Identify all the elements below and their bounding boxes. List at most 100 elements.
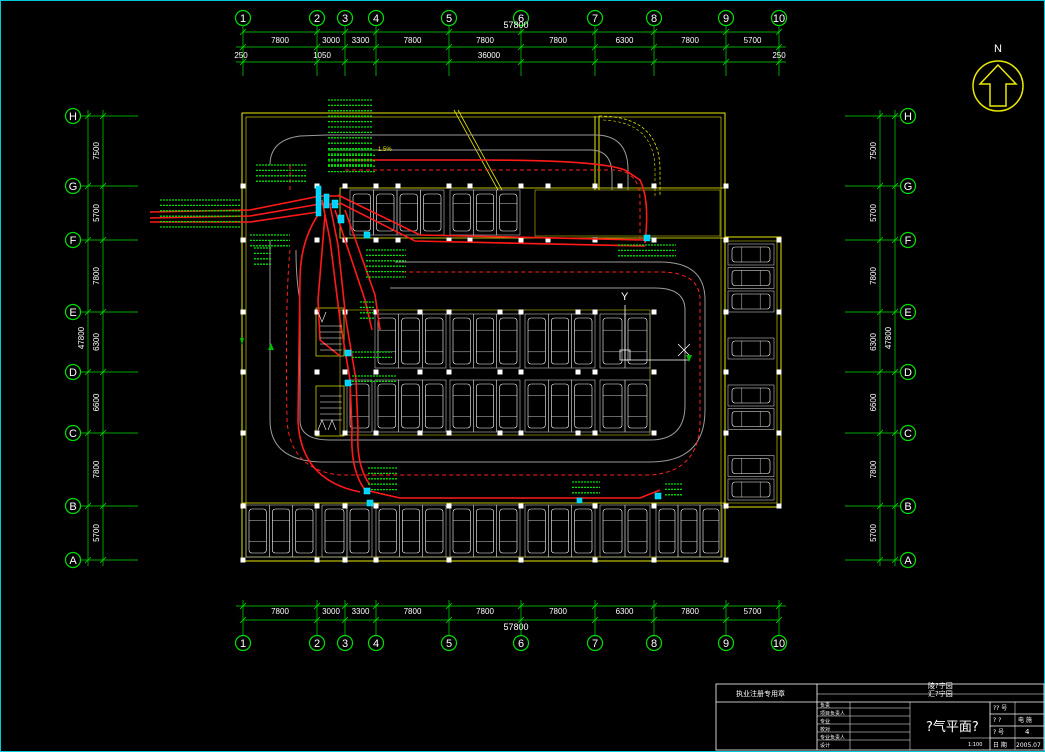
column [395,237,401,243]
north-arrow: N [972,43,1024,112]
grid-col-bottom-8-label: 8 [651,638,657,650]
column [373,183,379,189]
parking-stall [496,313,521,369]
car-icon [476,317,494,365]
building-outline [241,109,782,562]
car-icon [452,383,471,429]
grid-col-top-9-label: 9 [723,13,729,25]
car-icon [527,317,546,365]
parking-stall [349,189,374,236]
grid-col-bottom-5-label: 5 [446,638,452,650]
parking-stall [449,189,474,236]
car-icon [349,508,370,554]
car-icon [680,508,698,554]
car-icon [551,383,569,429]
car-icon [499,383,518,429]
car-icon [731,458,771,474]
column [575,309,581,315]
column [651,369,657,375]
dim-bottom-span: 3000 [322,607,340,616]
car-icon [378,508,397,554]
column [518,237,524,243]
column [723,430,729,436]
column [373,557,379,563]
car-icon [702,508,720,554]
column [373,369,379,375]
dim-top-span: 5700 [744,36,762,45]
column [776,309,782,315]
parking-stall [524,313,549,369]
column [651,183,657,189]
car-icon [476,508,494,554]
car-icon [731,411,771,427]
car-icon [499,317,518,365]
grid-row-right-F-label: F [905,235,912,247]
dim-right-span: 6600 [869,393,878,411]
parking-stall [599,504,626,558]
parking-stall [375,504,400,558]
car-icon [551,317,569,365]
car-icon [452,508,471,554]
car-icon [731,246,771,263]
dashed-circuits [285,165,701,476]
axis-y-label: Y [621,291,629,303]
car-icon [349,383,370,429]
column [723,183,729,189]
column [240,309,246,315]
column [723,237,729,243]
title-block-roles: 负责项目负责人专业校对专业负责人设计 [820,702,845,749]
grid-row-left-A-label: A [69,555,77,567]
car-icon [248,508,267,554]
car-icon [499,193,518,232]
grid-col-bottom-6-label: 6 [518,638,524,650]
dim-bottom-span: 6300 [616,607,634,616]
car-icon [574,317,593,365]
column [592,183,598,189]
car-icon [627,317,648,365]
column [651,237,657,243]
parking-stall [496,504,521,558]
dim-top-sub: 250 [234,51,248,60]
car-icon [602,317,623,365]
dim-top-span: 3300 [352,36,370,45]
grid-col-top-8-label: 8 [651,13,657,25]
car-icon [574,508,593,554]
parking-stall [473,313,497,369]
parking-stall [571,313,596,369]
sheet-no-value: 电 施 [1018,716,1032,724]
car-icon [452,193,471,232]
grid-row-right-C-label: C [904,428,912,440]
car-icon [425,383,444,429]
dim-top-sub: 36000 [478,51,501,60]
column [446,503,452,509]
grid-row-left-H-label: H [69,111,77,123]
dim-top-span: 3000 [322,36,340,45]
column [723,557,729,563]
sheet-number-value: 4 [1025,728,1030,736]
column [651,430,657,436]
driving-lane [269,134,706,463]
grid-col-bottom-2-label: 2 [314,638,320,650]
car-icon [499,508,518,554]
dim-right-span: 7800 [869,267,878,285]
column [651,557,657,563]
dim-bottom-span: 3300 [352,607,370,616]
car-icon [527,508,546,554]
grid-col-bottom-10-label: 10 [773,638,785,650]
parking-stall [449,379,474,433]
dim-bottom-span: 7800 [476,607,494,616]
car-icon [731,293,771,310]
car-icon [425,317,444,365]
dim-bottom-span: 7800 [271,607,289,616]
parking-stall [496,189,521,236]
dim-right-span: 5700 [869,524,878,542]
car-icon [476,193,494,232]
car-icon [602,383,623,429]
dim-left-span: 7800 [92,460,101,478]
grid-row-right-A-label: A [904,555,912,567]
parking-stall [346,504,373,558]
grid-col-bottom-7-label: 7 [592,638,598,650]
column [776,430,782,436]
date-value: 2005.07 [1016,742,1041,749]
grid-col-top-5-label: 5 [446,13,452,25]
